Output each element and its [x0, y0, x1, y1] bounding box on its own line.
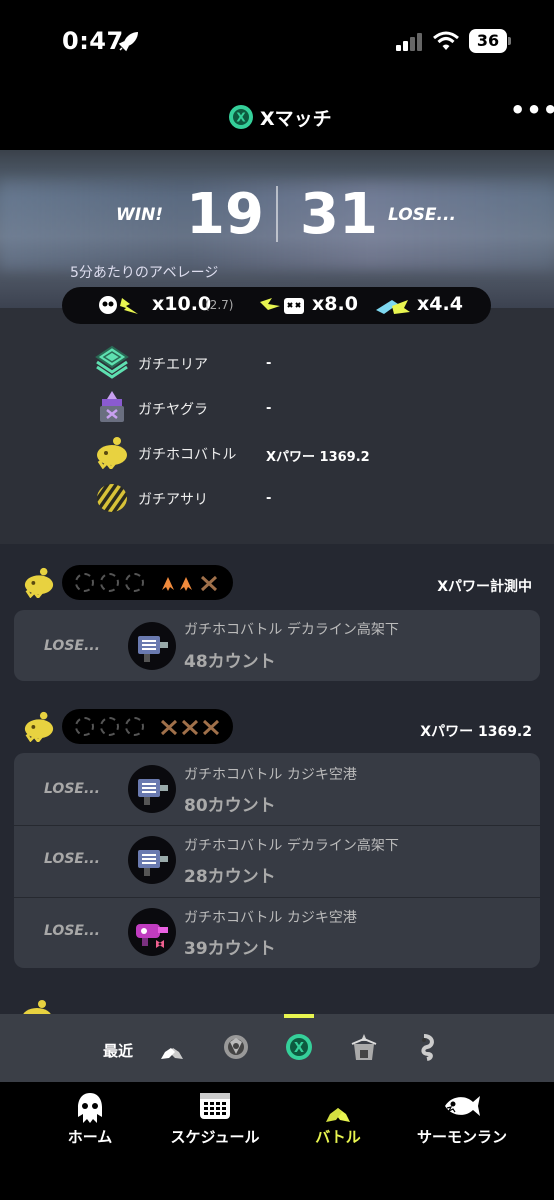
weapon-icon: [128, 765, 176, 813]
svg-text:X: X: [236, 111, 246, 125]
tab-schedule[interactable]: スケジュール: [160, 1082, 270, 1162]
loss-markers: [160, 719, 220, 736]
match-stage: ガチホコバトル デカライン高架下: [184, 622, 399, 638]
wifi-icon: [433, 31, 459, 50]
match-stage: ガチホコバトル カジキ空港: [184, 910, 357, 926]
rainmaker-icon: [97, 437, 127, 469]
more-menu-button[interactable]: •••: [510, 96, 554, 124]
x-power-status: Xパワー計測中: [437, 579, 532, 595]
lose-count: 31: [300, 182, 378, 247]
assist-average: (2.7): [205, 298, 234, 312]
match-row[interactable]: LOSE... ガチホコバトル カジキ空港 80カウント: [14, 753, 540, 825]
mode-value-tower-control: -: [266, 401, 272, 416]
squid-home-icon: [78, 1093, 102, 1123]
tab-salmon-run[interactable]: サーモンラン: [410, 1082, 514, 1162]
event-match-icon[interactable]: [349, 1032, 379, 1062]
special-average: x4.4: [417, 293, 463, 315]
splat-zones-icon: [95, 345, 129, 379]
series-progress: [62, 709, 233, 744]
rainmaker-icon: [23, 1000, 51, 1014]
win-count: 19: [186, 182, 264, 247]
filter-recent[interactable]: 最近: [103, 1040, 133, 1061]
x-match-icon: X: [229, 105, 253, 129]
match-row[interactable]: LOSE... ガチホコバトル デカライン高架下 28カウント: [14, 825, 540, 897]
salmon-icon: [445, 1096, 480, 1116]
win-label: WIN!: [116, 205, 164, 225]
battle-icon: [324, 1094, 352, 1122]
tab-label: ホーム: [67, 1128, 113, 1146]
battery-cap: [508, 37, 511, 45]
signal-icon: [396, 33, 422, 51]
clam-blitz-icon: [97, 484, 127, 512]
battle-all-icon[interactable]: [157, 1032, 187, 1062]
mode-label-tower-control: ガチヤグラ: [138, 402, 208, 418]
win-slot-empty: [125, 573, 144, 592]
page-title: Xマッチ: [260, 108, 332, 130]
score-divider: [276, 186, 278, 242]
match-count: 80カウント: [184, 796, 276, 816]
win-slot-empty: [125, 717, 144, 736]
win-slot-empty: [75, 717, 94, 736]
tab-label: サーモンラン: [416, 1128, 507, 1146]
tab-label: バトル: [315, 1128, 361, 1146]
mode-label-rainmaker: ガチホコバトル: [138, 447, 237, 463]
match-count: 28カウント: [184, 867, 276, 887]
average-label: 5分あたりのアベレージ: [70, 265, 219, 281]
match-result: LOSE...: [44, 851, 100, 867]
mode-summary-panel: [0, 308, 554, 544]
mode-value-splat-zones: -: [266, 356, 272, 371]
rocket-icon: [118, 32, 138, 52]
match-result: LOSE...: [44, 781, 100, 797]
match-result: LOSE...: [44, 638, 100, 654]
mode-value-clam-blitz: -: [266, 491, 272, 506]
weapon-icon: [128, 836, 176, 884]
match-count: 48カウント: [184, 652, 276, 672]
battery-indicator: 36: [469, 29, 507, 53]
calendar-icon: [200, 1093, 230, 1119]
tab-home[interactable]: ホーム: [52, 1082, 128, 1162]
kill-icon: [99, 296, 138, 314]
match-card: LOSE... ガチホコバトル カジキ空港 80カウント LOSE... ガチホ…: [14, 753, 540, 968]
filter-selected-indicator: [284, 1014, 314, 1018]
svg-text:X: X: [294, 1041, 304, 1056]
x-power-status: Xパワー 1369.2: [420, 724, 532, 740]
death-average: x8.0: [312, 293, 358, 315]
mode-filter-bar: [0, 1014, 554, 1082]
special-icon: [376, 300, 410, 314]
match-result: LOSE...: [44, 923, 100, 939]
rainmaker-icon: [24, 711, 54, 742]
match-stage: ガチホコバトル カジキ空港: [184, 767, 357, 783]
win-slot-empty: [75, 573, 94, 592]
private-match-icon[interactable]: [412, 1032, 442, 1062]
match-stage: ガチホコバトル デカライン高架下: [184, 838, 399, 854]
death-icon: [260, 298, 304, 314]
mode-label-splat-zones: ガチエリア: [138, 357, 208, 373]
tower-control-icon: [100, 391, 124, 422]
win-slot-empty: [100, 717, 119, 736]
match-row[interactable]: LOSE... ガチホコバトル カジキ空港 39カウント: [14, 897, 540, 969]
tab-battle[interactable]: バトル: [303, 1082, 373, 1162]
match-count: 39カウント: [184, 939, 276, 959]
match-row[interactable]: LOSE... ガチホコバトル デカライン高架下 48カウント: [14, 610, 540, 682]
mode-value-rainmaker: Xパワー 1369.2: [266, 450, 370, 465]
mode-label-clam-blitz: ガチアサリ: [138, 492, 208, 508]
rainmaker-icon: [24, 567, 54, 598]
loss-markers: [162, 575, 218, 592]
weapon-icon: [128, 622, 176, 670]
tab-label: スケジュール: [170, 1128, 260, 1146]
status-time: 0:47: [62, 27, 124, 55]
bankara-icon[interactable]: [221, 1032, 251, 1062]
weapon-icon: [128, 908, 176, 956]
lose-label: LOSE...: [388, 205, 456, 225]
win-slot-empty: [100, 573, 119, 592]
series-progress: [62, 565, 233, 600]
kill-average: x10.0: [152, 293, 212, 315]
match-card: LOSE... ガチホコバトル デカライン高架下 48カウント: [14, 610, 540, 681]
x-match-icon[interactable]: X: [284, 1032, 314, 1062]
